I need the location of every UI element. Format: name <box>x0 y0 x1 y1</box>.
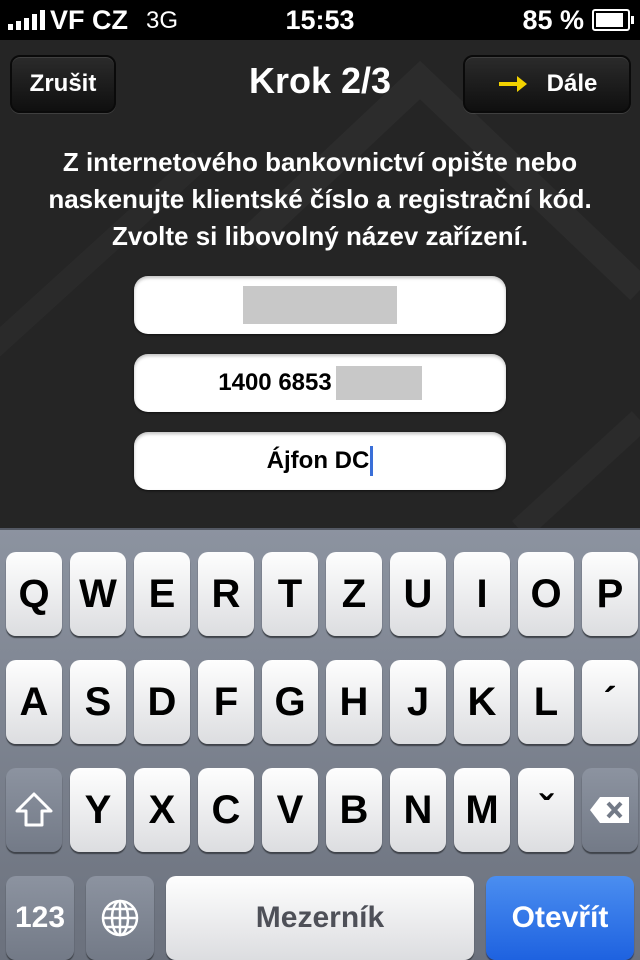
key-l[interactable]: L <box>518 660 574 744</box>
keyboard: Q W E R T Z U I O P A S D F G H J K L ´ … <box>0 528 640 960</box>
key-e[interactable]: E <box>134 552 190 636</box>
key-i[interactable]: I <box>454 552 510 636</box>
key-v[interactable]: V <box>262 768 318 852</box>
key-n[interactable]: N <box>390 768 446 852</box>
key-m[interactable]: M <box>454 768 510 852</box>
battery-percent: 85 % <box>522 5 584 35</box>
key-x[interactable]: X <box>134 768 190 852</box>
key-o[interactable]: O <box>518 552 574 636</box>
client-number-field[interactable] <box>134 276 506 334</box>
backspace-icon <box>590 797 629 823</box>
globe-icon <box>101 899 139 937</box>
key-p[interactable]: P <box>582 552 638 636</box>
numbers-key[interactable]: 123 <box>6 876 74 960</box>
key-f[interactable]: F <box>198 660 254 744</box>
key-w[interactable]: W <box>70 552 126 636</box>
key-u[interactable]: U <box>390 552 446 636</box>
redacted-block <box>335 366 422 400</box>
key-g[interactable]: G <box>262 660 318 744</box>
key-d[interactable]: D <box>134 660 190 744</box>
shift-icon <box>15 792 53 827</box>
status-bar: VF CZ 3G 15:53 85 % <box>0 0 640 40</box>
shift-key[interactable] <box>6 768 62 852</box>
redacted-block <box>243 286 397 324</box>
registration-code-field[interactable]: 1400 6853 <box>134 354 506 412</box>
key-q[interactable]: Q <box>6 552 62 636</box>
device-name-value: Ájfon DC <box>266 447 370 474</box>
main-content: Zrušit Krok 2/3 Dále Z internetového ban… <box>0 40 640 530</box>
text-cursor <box>370 446 374 476</box>
key-s[interactable]: S <box>70 660 126 744</box>
next-label: Dále <box>546 70 598 97</box>
key-b[interactable]: B <box>326 768 382 852</box>
globe-key[interactable] <box>86 876 154 960</box>
instructions-text: Z internetového bankovnictví opište nebo… <box>48 147 592 251</box>
battery-icon <box>592 9 634 31</box>
key-j[interactable]: J <box>390 660 446 744</box>
space-key[interactable]: Mezerník <box>166 876 474 960</box>
key-k[interactable]: K <box>454 660 510 744</box>
open-return-key[interactable]: Otevřít <box>486 876 634 960</box>
arrow-right-icon <box>498 76 527 92</box>
key-z[interactable]: Z <box>326 552 382 636</box>
key-caron[interactable]: ˇ <box>518 768 574 852</box>
registration-code-value: 1400 6853 <box>218 369 332 396</box>
key-h[interactable]: H <box>326 660 382 744</box>
key-acute-accent[interactable]: ´ <box>582 660 638 744</box>
key-t[interactable]: T <box>262 552 318 636</box>
next-button[interactable]: Dále <box>463 55 631 113</box>
backspace-key[interactable] <box>582 768 638 852</box>
key-c[interactable]: C <box>198 768 254 852</box>
key-r[interactable]: R <box>198 552 254 636</box>
key-y[interactable]: Y <box>70 768 126 852</box>
key-a[interactable]: A <box>6 660 62 744</box>
device-name-field[interactable]: Ájfon DC <box>134 432 506 490</box>
